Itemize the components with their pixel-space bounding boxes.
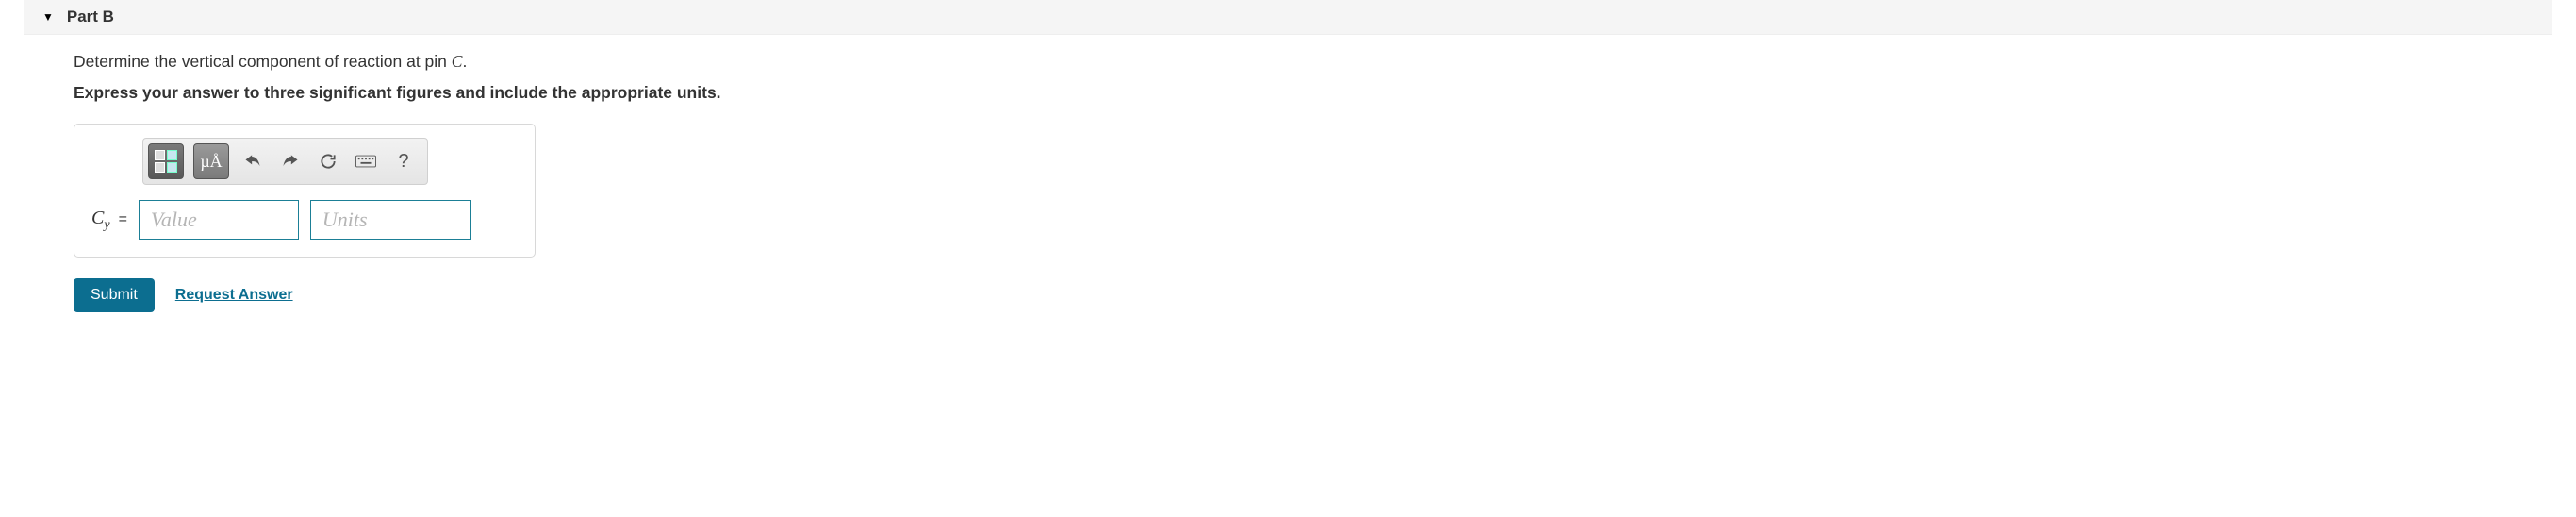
question-prompt: Determine the vertical component of reac… <box>74 52 2576 72</box>
answer-row: Cy = <box>91 200 518 240</box>
help-button[interactable]: ? <box>389 147 418 175</box>
answer-variable: Cy = <box>91 208 127 233</box>
part-content: Determine the vertical component of reac… <box>0 52 2576 312</box>
collapse-toggle-icon[interactable]: ▼ <box>42 10 54 24</box>
prompt-suffix: . <box>462 52 467 71</box>
reset-icon <box>319 152 338 171</box>
templates-button[interactable] <box>148 143 184 179</box>
units-symbols-label: µÅ <box>200 152 222 172</box>
variable-letter: C <box>91 208 104 228</box>
reset-button[interactable] <box>314 147 342 175</box>
answer-box: µÅ ? Cy = <box>74 124 536 258</box>
submit-button[interactable]: Submit <box>74 278 155 312</box>
keyboard-button[interactable] <box>352 147 380 175</box>
part-header: ▼ Part B <box>24 0 2552 35</box>
equals-sign: = <box>119 211 127 227</box>
action-row: Submit Request Answer <box>74 278 2576 312</box>
variable-subscript: y <box>104 218 109 232</box>
value-input[interactable] <box>139 200 299 240</box>
undo-icon <box>243 152 262 171</box>
redo-button[interactable] <box>276 147 305 175</box>
prompt-prefix: Determine the vertical component of reac… <box>74 52 452 71</box>
templates-icon <box>155 150 177 173</box>
request-answer-link[interactable]: Request Answer <box>175 287 293 304</box>
answer-instructions: Express your answer to three significant… <box>74 83 2576 103</box>
help-icon: ? <box>398 151 408 173</box>
redo-icon <box>281 152 300 171</box>
keyboard-icon <box>355 155 376 168</box>
units-input[interactable] <box>310 200 471 240</box>
prompt-variable: C <box>452 52 463 71</box>
part-label: Part B <box>67 8 114 26</box>
undo-button[interactable] <box>239 147 267 175</box>
equation-toolbar: µÅ ? <box>142 138 428 185</box>
units-symbols-button[interactable]: µÅ <box>193 143 229 179</box>
